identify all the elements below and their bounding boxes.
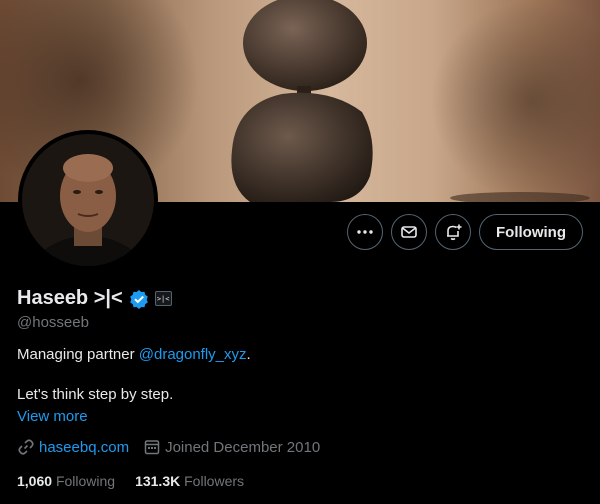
link-icon (18, 439, 34, 455)
view-more-link[interactable]: View more (17, 408, 88, 425)
more-button[interactable] (347, 214, 384, 250)
following-count: 1,060 (17, 473, 53, 489)
profile-photo (22, 134, 154, 266)
mention-link[interactable]: @dragonfly_xyz (139, 346, 247, 363)
message-button[interactable] (391, 214, 428, 250)
more-icon (357, 230, 373, 234)
bio-line-2: Let's think step by step. (17, 386, 174, 403)
affiliate-badge[interactable]: >|< (154, 291, 172, 306)
handle: @hosseeb (17, 314, 89, 331)
calendar-icon (144, 440, 160, 455)
follow-stats: 1,060 Following 131.3K Followers (17, 473, 264, 489)
verified-badge-icon[interactable] (129, 289, 149, 309)
profile-actions: Following (347, 214, 583, 250)
name-row: Haseeb >|< >|< (17, 287, 172, 310)
followers-count: 131.3K (135, 473, 181, 489)
following-label: Following (55, 473, 116, 489)
profile-meta: haseebq.com Joined December 2010 (17, 438, 334, 456)
envelope-icon (401, 226, 417, 238)
joined-date: Joined December 2010 (165, 438, 321, 456)
followers-stat[interactable]: 131.3K Followers (135, 473, 244, 489)
bio-prefix: Managing partner (17, 346, 139, 363)
bio-line-1: Managing partner @dragonfly_xyz. (17, 346, 251, 363)
display-name: Haseeb >|< (17, 287, 123, 309)
website-item: haseebq.com (17, 438, 129, 456)
following-button[interactable]: Following (479, 214, 583, 250)
bell-plus-icon (447, 224, 462, 241)
bio-suffix: . (246, 346, 251, 363)
following-stat[interactable]: 1,060 Following (17, 473, 115, 489)
avatar[interactable] (18, 130, 158, 270)
notify-button[interactable] (435, 214, 472, 250)
followers-label: Followers (184, 473, 245, 489)
joined-item: Joined December 2010 (143, 438, 320, 456)
website-link[interactable]: haseebq.com (39, 439, 129, 456)
